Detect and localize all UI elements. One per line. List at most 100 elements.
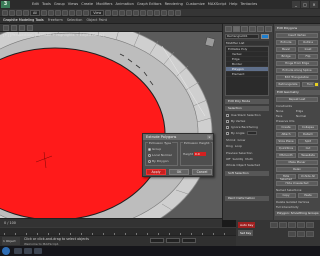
stack-item-element[interactable]: Element <box>226 72 268 77</box>
rollout-edit-polygons[interactable]: Edit Polygons <box>275 26 320 31</box>
set-key-button[interactable]: Set Key <box>238 230 254 236</box>
reference-coordinate-dropdown[interactable]: View <box>90 9 105 16</box>
render-setup-icon[interactable] <box>168 9 175 16</box>
cancel-button[interactable]: Cancel <box>192 169 212 175</box>
auto-key-button[interactable]: Auto Key <box>238 222 256 228</box>
modifier-list-dropdown[interactable]: Modifier List <box>225 41 269 45</box>
material-editor-icon[interactable] <box>161 9 168 16</box>
apply-button[interactable]: Apply <box>146 169 166 175</box>
rollout-soft-selection[interactable]: Soft Selection <box>225 171 269 176</box>
attach-button[interactable]: Attach <box>276 132 296 137</box>
pan-icon[interactable] <box>306 231 314 237</box>
edge-mode-icon[interactable] <box>19 25 25 31</box>
layer-manager-icon[interactable] <box>147 9 154 16</box>
by-vertex-row[interactable]: By Vertex <box>226 119 245 123</box>
rectangular-selection-icon[interactable] <box>55 9 62 16</box>
app-logo-icon[interactable]: 3 <box>1 1 10 8</box>
perspective-viewport[interactable]: [+] [Perspective] [Realistic + Highlight… <box>0 32 222 218</box>
constraint-none-option[interactable]: None <box>276 109 283 113</box>
percent-snap-icon[interactable] <box>126 9 133 16</box>
edit-triangulation-button[interactable]: Edit Triangulation <box>276 75 318 80</box>
polygon-modeling-icon[interactable] <box>3 25 9 31</box>
tessellate-button[interactable]: Tessellate <box>298 153 318 158</box>
outline-button[interactable]: Outline <box>298 40 318 45</box>
render-icon[interactable] <box>175 9 182 16</box>
msmooth-button[interactable]: MSmooth <box>276 153 296 158</box>
previous-frame-icon[interactable] <box>279 222 287 228</box>
constraint-face-option[interactable]: Face <box>276 114 282 118</box>
menu-item-group[interactable]: Group <box>54 1 65 8</box>
orbit-icon[interactable] <box>297 231 305 237</box>
ring-button[interactable]: Ring <box>226 144 233 148</box>
dialog-title[interactable]: Extrude Polygons <box>143 134 213 140</box>
checkbox[interactable] <box>226 119 229 123</box>
collapse-button[interactable]: Collapse <box>298 125 318 130</box>
z-coordinate-field[interactable] <box>182 238 196 243</box>
y-coordinate-field[interactable] <box>166 238 180 243</box>
loop-button[interactable]: Loop <box>235 144 242 148</box>
snap-icon[interactable] <box>112 9 119 16</box>
taskbar-app-icon[interactable] <box>14 248 22 254</box>
pivot-icon[interactable] <box>105 9 112 16</box>
menu-item-views[interactable]: Views <box>68 1 78 8</box>
rollout-polygon-smoothing[interactable]: Polygon: Smoothing Groups <box>275 211 320 216</box>
rollout-selection[interactable]: Selection <box>225 106 269 111</box>
height-input[interactable]: 0.0 <box>193 151 206 156</box>
make-planar-button[interactable]: Make Planar <box>276 160 318 165</box>
insert-vertex-button[interactable]: Insert Vertex <box>276 33 318 38</box>
menu-item-help[interactable]: Help <box>229 1 237 8</box>
selection-filter-dropdown[interactable]: All <box>30 9 41 16</box>
taskbar-app-icon[interactable] <box>24 248 32 254</box>
minimize-button[interactable]: _ <box>292 1 300 8</box>
ribbon-tab-selection[interactable]: Selection <box>67 17 83 24</box>
taskbar-app-icon[interactable] <box>34 248 42 254</box>
settings-swatch-icon[interactable] <box>314 82 319 87</box>
go-to-end-icon[interactable] <box>306 222 314 228</box>
ribbon-tab-freeform[interactable]: Freeform <box>48 17 63 24</box>
extrude-along-spline-button[interactable]: Extrude Along Spline <box>276 68 318 73</box>
menu-item-rendering[interactable]: Rendering <box>165 1 183 8</box>
track-bar[interactable] <box>0 227 236 235</box>
checkbox[interactable] <box>226 113 229 117</box>
hide-unselected-button[interactable]: Hide Unselected <box>276 181 318 186</box>
rollout-edit-geometry[interactable]: Edit Geometry <box>275 90 320 95</box>
maximize-button[interactable]: □ <box>301 1 309 8</box>
preview-off[interactable]: Off <box>226 157 230 161</box>
extrude-button[interactable]: Extrude <box>276 40 296 45</box>
motion-tab-icon[interactable] <box>249 26 256 32</box>
hinge-from-edge-button[interactable]: Hinge From Edge <box>276 61 318 66</box>
utilities-tab-icon[interactable] <box>265 26 272 32</box>
menu-item-maxscript[interactable]: MAXScript <box>208 1 226 8</box>
repeat-last-button[interactable]: Repeat Last <box>276 97 318 102</box>
play-icon[interactable] <box>288 222 296 228</box>
relax-button[interactable]: Relax <box>276 167 318 172</box>
shrink-button[interactable]: Shrink <box>226 138 236 142</box>
time-slider[interactable]: 0 / 100 <box>0 218 222 227</box>
align-icon[interactable] <box>140 9 147 16</box>
preview-subobj[interactable]: SubObj <box>232 157 243 161</box>
zoom-icon[interactable] <box>288 231 296 237</box>
cut-button[interactable]: Cut <box>298 146 318 151</box>
unhide-all-button[interactable]: Unhide All <box>298 174 318 179</box>
polygon-mode-icon[interactable] <box>27 25 33 31</box>
hierarchy-tab-icon[interactable] <box>241 26 248 32</box>
radio-local-normal-dot[interactable] <box>148 153 151 157</box>
radio-group-dot[interactable] <box>148 147 151 151</box>
select-object-icon[interactable] <box>41 9 48 16</box>
ribbon-tab-object-paint[interactable]: Object Paint <box>86 17 107 24</box>
angle-snap-icon[interactable] <box>119 9 126 16</box>
checkbox[interactable] <box>226 131 229 135</box>
mirror-icon[interactable] <box>133 9 140 16</box>
hide-selected-button[interactable]: Hide Selected <box>276 174 296 181</box>
curve-editor-icon[interactable] <box>154 9 161 16</box>
detach-button[interactable]: Detach <box>298 132 318 137</box>
delete-isolated-checkbox[interactable]: Delete Isolated Vertices <box>276 200 309 204</box>
quickslice-button[interactable]: QuickSlice <box>276 146 296 151</box>
link-icon[interactable] <box>16 9 22 16</box>
redo-icon[interactable] <box>9 9 15 16</box>
object-color-swatch[interactable] <box>261 34 269 39</box>
inset-button[interactable]: Inset <box>298 47 318 52</box>
constraint-normal-option[interactable]: Normal <box>296 114 306 118</box>
bridge-button[interactable]: Bridge <box>276 54 296 59</box>
object-name-field[interactable]: Rectangle001 <box>225 34 259 39</box>
